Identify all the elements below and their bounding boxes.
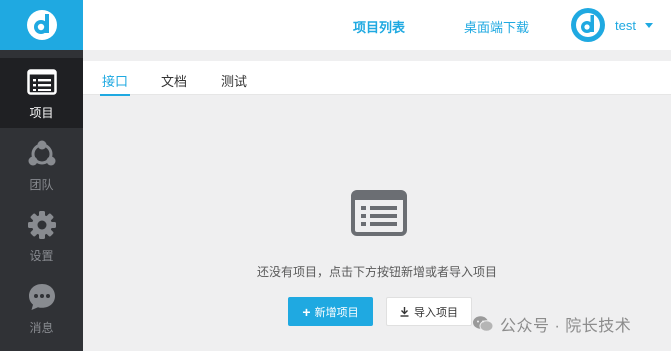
logo[interactable] bbox=[0, 0, 83, 50]
watermark-text: 公众号 · 院长技术 bbox=[500, 318, 632, 335]
user-menu[interactable]: test bbox=[571, 8, 653, 42]
desktop-download-link[interactable]: 桌面端下载 bbox=[464, 17, 529, 36]
sidebar-item-project[interactable]: 项目 bbox=[0, 58, 83, 128]
add-project-label: 新增项目 bbox=[314, 306, 359, 319]
empty-state-message: 还没有项目，点击下方按钮新增或者导入项目 bbox=[256, 265, 497, 279]
import-project-label: 导入项目 bbox=[414, 306, 458, 319]
tab-bar: 接口 文档 测试 bbox=[83, 61, 671, 96]
top-header: 项目列表 桌面端下载 test bbox=[83, 0, 671, 50]
sidebar-item-label: 消息 bbox=[29, 321, 54, 335]
add-project-button[interactable]: + 新增项目 bbox=[288, 297, 373, 326]
project-list-icon bbox=[26, 66, 58, 98]
tab-docs[interactable]: 文档 bbox=[161, 71, 187, 95]
plus-icon: + bbox=[302, 303, 311, 320]
sidebar-item-label: 团队 bbox=[29, 178, 54, 192]
user-name: test bbox=[615, 17, 636, 33]
sidebar: 项目 团队 设置 消息 bbox=[0, 0, 83, 351]
tab-api[interactable]: 接口 bbox=[99, 71, 131, 96]
chevron-down-icon bbox=[644, 22, 653, 28]
project-list-link[interactable]: 项目列表 bbox=[353, 17, 405, 36]
chat-icon bbox=[26, 281, 58, 313]
import-project-button[interactable]: 导入项目 bbox=[386, 297, 472, 326]
sidebar-item-team[interactable]: 团队 bbox=[0, 130, 83, 200]
empty-list-icon bbox=[351, 190, 407, 236]
sidebar-item-settings[interactable]: 设置 bbox=[0, 201, 83, 271]
download-icon bbox=[400, 306, 409, 317]
sidebar-item-label: 设置 bbox=[29, 249, 54, 263]
sidebar-item-label: 项目 bbox=[29, 106, 54, 120]
watermark: 公众号 · 院长技术 bbox=[472, 313, 631, 335]
sidebar-item-messages[interactable]: 消息 bbox=[0, 273, 83, 343]
tab-test[interactable]: 测试 bbox=[221, 71, 247, 95]
gear-icon bbox=[26, 209, 58, 241]
team-icon bbox=[26, 138, 58, 170]
wechat-icon bbox=[473, 316, 494, 332]
avatar bbox=[571, 8, 605, 42]
logo-icon bbox=[26, 10, 57, 40]
